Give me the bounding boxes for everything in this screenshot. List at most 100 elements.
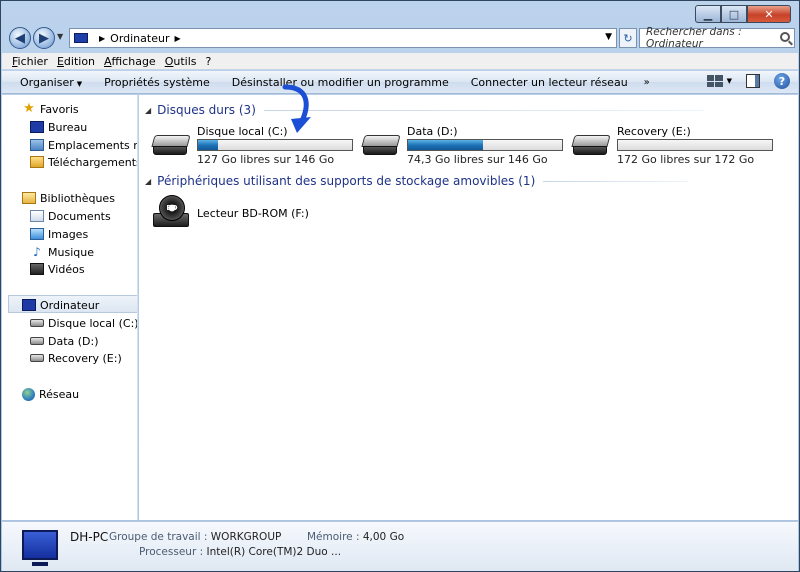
recent-places-icon (30, 139, 44, 151)
breadcrumb-ordinateur[interactable]: Ordinateur (110, 32, 169, 45)
nav-label: Bureau (48, 120, 88, 134)
video-icon (30, 263, 44, 275)
hard-drive-icon (30, 337, 44, 345)
drive-free-space: 127 Go libres sur 146 Go (197, 153, 335, 166)
change-view-icon[interactable] (706, 75, 723, 87)
content-pane: ◢ Disques durs (3) Disque local (C:) 127… (139, 84, 798, 520)
nav-label: Favoris (40, 102, 79, 116)
documents-icon (30, 210, 44, 222)
menu-affichage[interactable]: Affichage (104, 55, 156, 68)
network-globe-icon (22, 387, 35, 401)
refresh-button[interactable]: ↻ (619, 28, 637, 48)
nav-drive-d[interactable]: Data (D:) (30, 333, 99, 349)
workgroup-label: Groupe de travail : (109, 531, 208, 543)
menu-help[interactable]: ? (206, 55, 212, 68)
group-divider (543, 180, 689, 182)
recent-pages-dropdown[interactable]: ▼ (57, 32, 63, 41)
organize-button[interactable]: Organiser ▼ (20, 76, 82, 89)
drive-tile-c[interactable]: Disque local (C:) 127 Go libres sur 146 … (151, 123, 353, 167)
group-title: Périphériques utilisant des supports de … (157, 174, 536, 188)
processor-label: Processeur : (139, 546, 204, 558)
system-properties-button[interactable]: Propriétés système (104, 76, 210, 89)
group-header-hard-disks[interactable]: ◢ Disques durs (3) (145, 103, 704, 117)
search-input[interactable]: Rechercher dans : Ordinateur (639, 26, 795, 50)
explorer-window: ▁ □ ✕ ◀ ▶ ▼ ▶ Ordinateur ▶ ▼ ↻ Recherche… (0, 0, 800, 572)
nav-favorites[interactable]: ★ Favoris (22, 101, 79, 117)
nav-libraries[interactable]: Bibliothèques (22, 190, 115, 206)
nav-label: Ordinateur (40, 298, 100, 312)
nav-label: Musique (48, 245, 94, 259)
view-controls: ▼ ? (706, 73, 790, 89)
chevron-down-icon: ▼ (76, 79, 83, 88)
nav-label: Vidéos (48, 262, 85, 276)
back-button[interactable]: ◀ (9, 27, 31, 49)
star-icon: ★ (23, 101, 35, 116)
nav-label: Images (48, 227, 89, 241)
computer-icon (74, 33, 88, 43)
drive-tile-bd-rom[interactable]: BD Lecteur BD-ROM (F:) (153, 195, 353, 235)
drive-tile-d[interactable]: Data (D:) 74,3 Go libres sur 146 Go (361, 123, 563, 167)
computer-icon (22, 530, 58, 566)
nav-computer[interactable]: Ordinateur (22, 297, 99, 313)
nav-music[interactable]: ♪ Musique (30, 244, 94, 260)
drive-usage-fill (408, 140, 484, 150)
help-icon[interactable]: ? (774, 73, 790, 89)
preview-pane-icon[interactable] (746, 74, 760, 88)
memory-label: Mémoire : (307, 531, 360, 543)
nav-label: Disque local (C:) (48, 316, 138, 330)
nav-videos[interactable]: Vidéos (30, 261, 85, 277)
music-note-icon: ♪ (33, 245, 41, 259)
hard-drive-icon (151, 135, 191, 157)
nav-downloads[interactable]: Téléchargements (30, 154, 138, 170)
nav-label: Téléchargements (48, 155, 138, 169)
uninstall-program-button[interactable]: Désinstaller ou modifier un programme (232, 76, 449, 89)
address-bar[interactable]: ▶ Ordinateur ▶ ▼ (69, 28, 617, 48)
nav-recent-places[interactable]: Emplacements récen (30, 137, 138, 153)
nav-label: Réseau (39, 387, 80, 401)
search-placeholder: Rechercher dans : Ordinateur (646, 26, 742, 50)
workgroup-value: WORKGROUP (210, 531, 282, 543)
hard-drive-icon (361, 135, 401, 157)
nav-drive-e[interactable]: Recovery (E:) (30, 350, 122, 366)
address-row: ◀ ▶ ▼ ▶ Ordinateur ▶ ▼ ↻ Rechercher dans… (7, 26, 795, 50)
menu-edition[interactable]: Edition (57, 55, 95, 68)
forward-button[interactable]: ▶ (33, 27, 55, 49)
processor-value: Intel(R) Core(TM)2 Duo ... (206, 546, 342, 558)
drive-tile-e[interactable]: Recovery (E:) 172 Go libres sur 172 Go (571, 123, 773, 167)
bluray-disc-icon: BD (159, 195, 185, 221)
address-dropdown-icon[interactable]: ▼ (605, 32, 612, 42)
nav-drive-c[interactable]: Disque local (C:) (30, 315, 138, 331)
hard-drive-icon (30, 354, 44, 362)
drive-usage-fill (198, 140, 219, 150)
nav-label: Recovery (E:) (48, 351, 122, 365)
group-divider (263, 109, 704, 111)
pictures-icon (30, 228, 44, 240)
processor-info: Processeur : Intel(R) Core(TM)2 Duo ... (139, 546, 341, 558)
nav-network[interactable]: Réseau (22, 386, 79, 402)
computer-name: DH-PC (70, 530, 109, 544)
nav-label: Emplacements récen (48, 138, 138, 152)
workgroup-info: Groupe de travail : WORKGROUP (109, 531, 281, 543)
chevron-right-icon[interactable]: ▶ (174, 34, 180, 43)
minimize-button[interactable]: ▁ (695, 5, 721, 23)
more-commands-button[interactable]: » (644, 77, 650, 88)
memory-value: 4,00 Go (362, 531, 405, 543)
nav-images[interactable]: Images (30, 226, 88, 242)
memory-info: Mémoire : 4,00 Go (307, 531, 404, 543)
group-header-removable[interactable]: ◢ Périphériques utilisant des supports d… (145, 174, 689, 188)
nav-bureau[interactable]: Bureau (30, 119, 87, 135)
collapse-triangle-icon[interactable]: ◢ (145, 177, 151, 186)
maximize-button[interactable]: □ (721, 5, 747, 23)
collapse-triangle-icon[interactable]: ◢ (145, 106, 151, 115)
view-dropdown-icon[interactable]: ▼ (727, 77, 732, 85)
hard-drive-icon (571, 135, 611, 157)
nav-documents[interactable]: Documents (30, 208, 111, 224)
menu-fichier[interactable]: Fichier (12, 55, 48, 68)
close-button[interactable]: ✕ (747, 5, 791, 23)
search-icon[interactable] (780, 32, 790, 42)
map-network-drive-button[interactable]: Connecter un lecteur réseau (471, 76, 628, 89)
computer-icon (22, 299, 36, 311)
menu-outils[interactable]: Outils (165, 55, 197, 68)
chevron-right-icon[interactable]: ▶ (99, 34, 105, 43)
desktop-icon (30, 121, 44, 133)
